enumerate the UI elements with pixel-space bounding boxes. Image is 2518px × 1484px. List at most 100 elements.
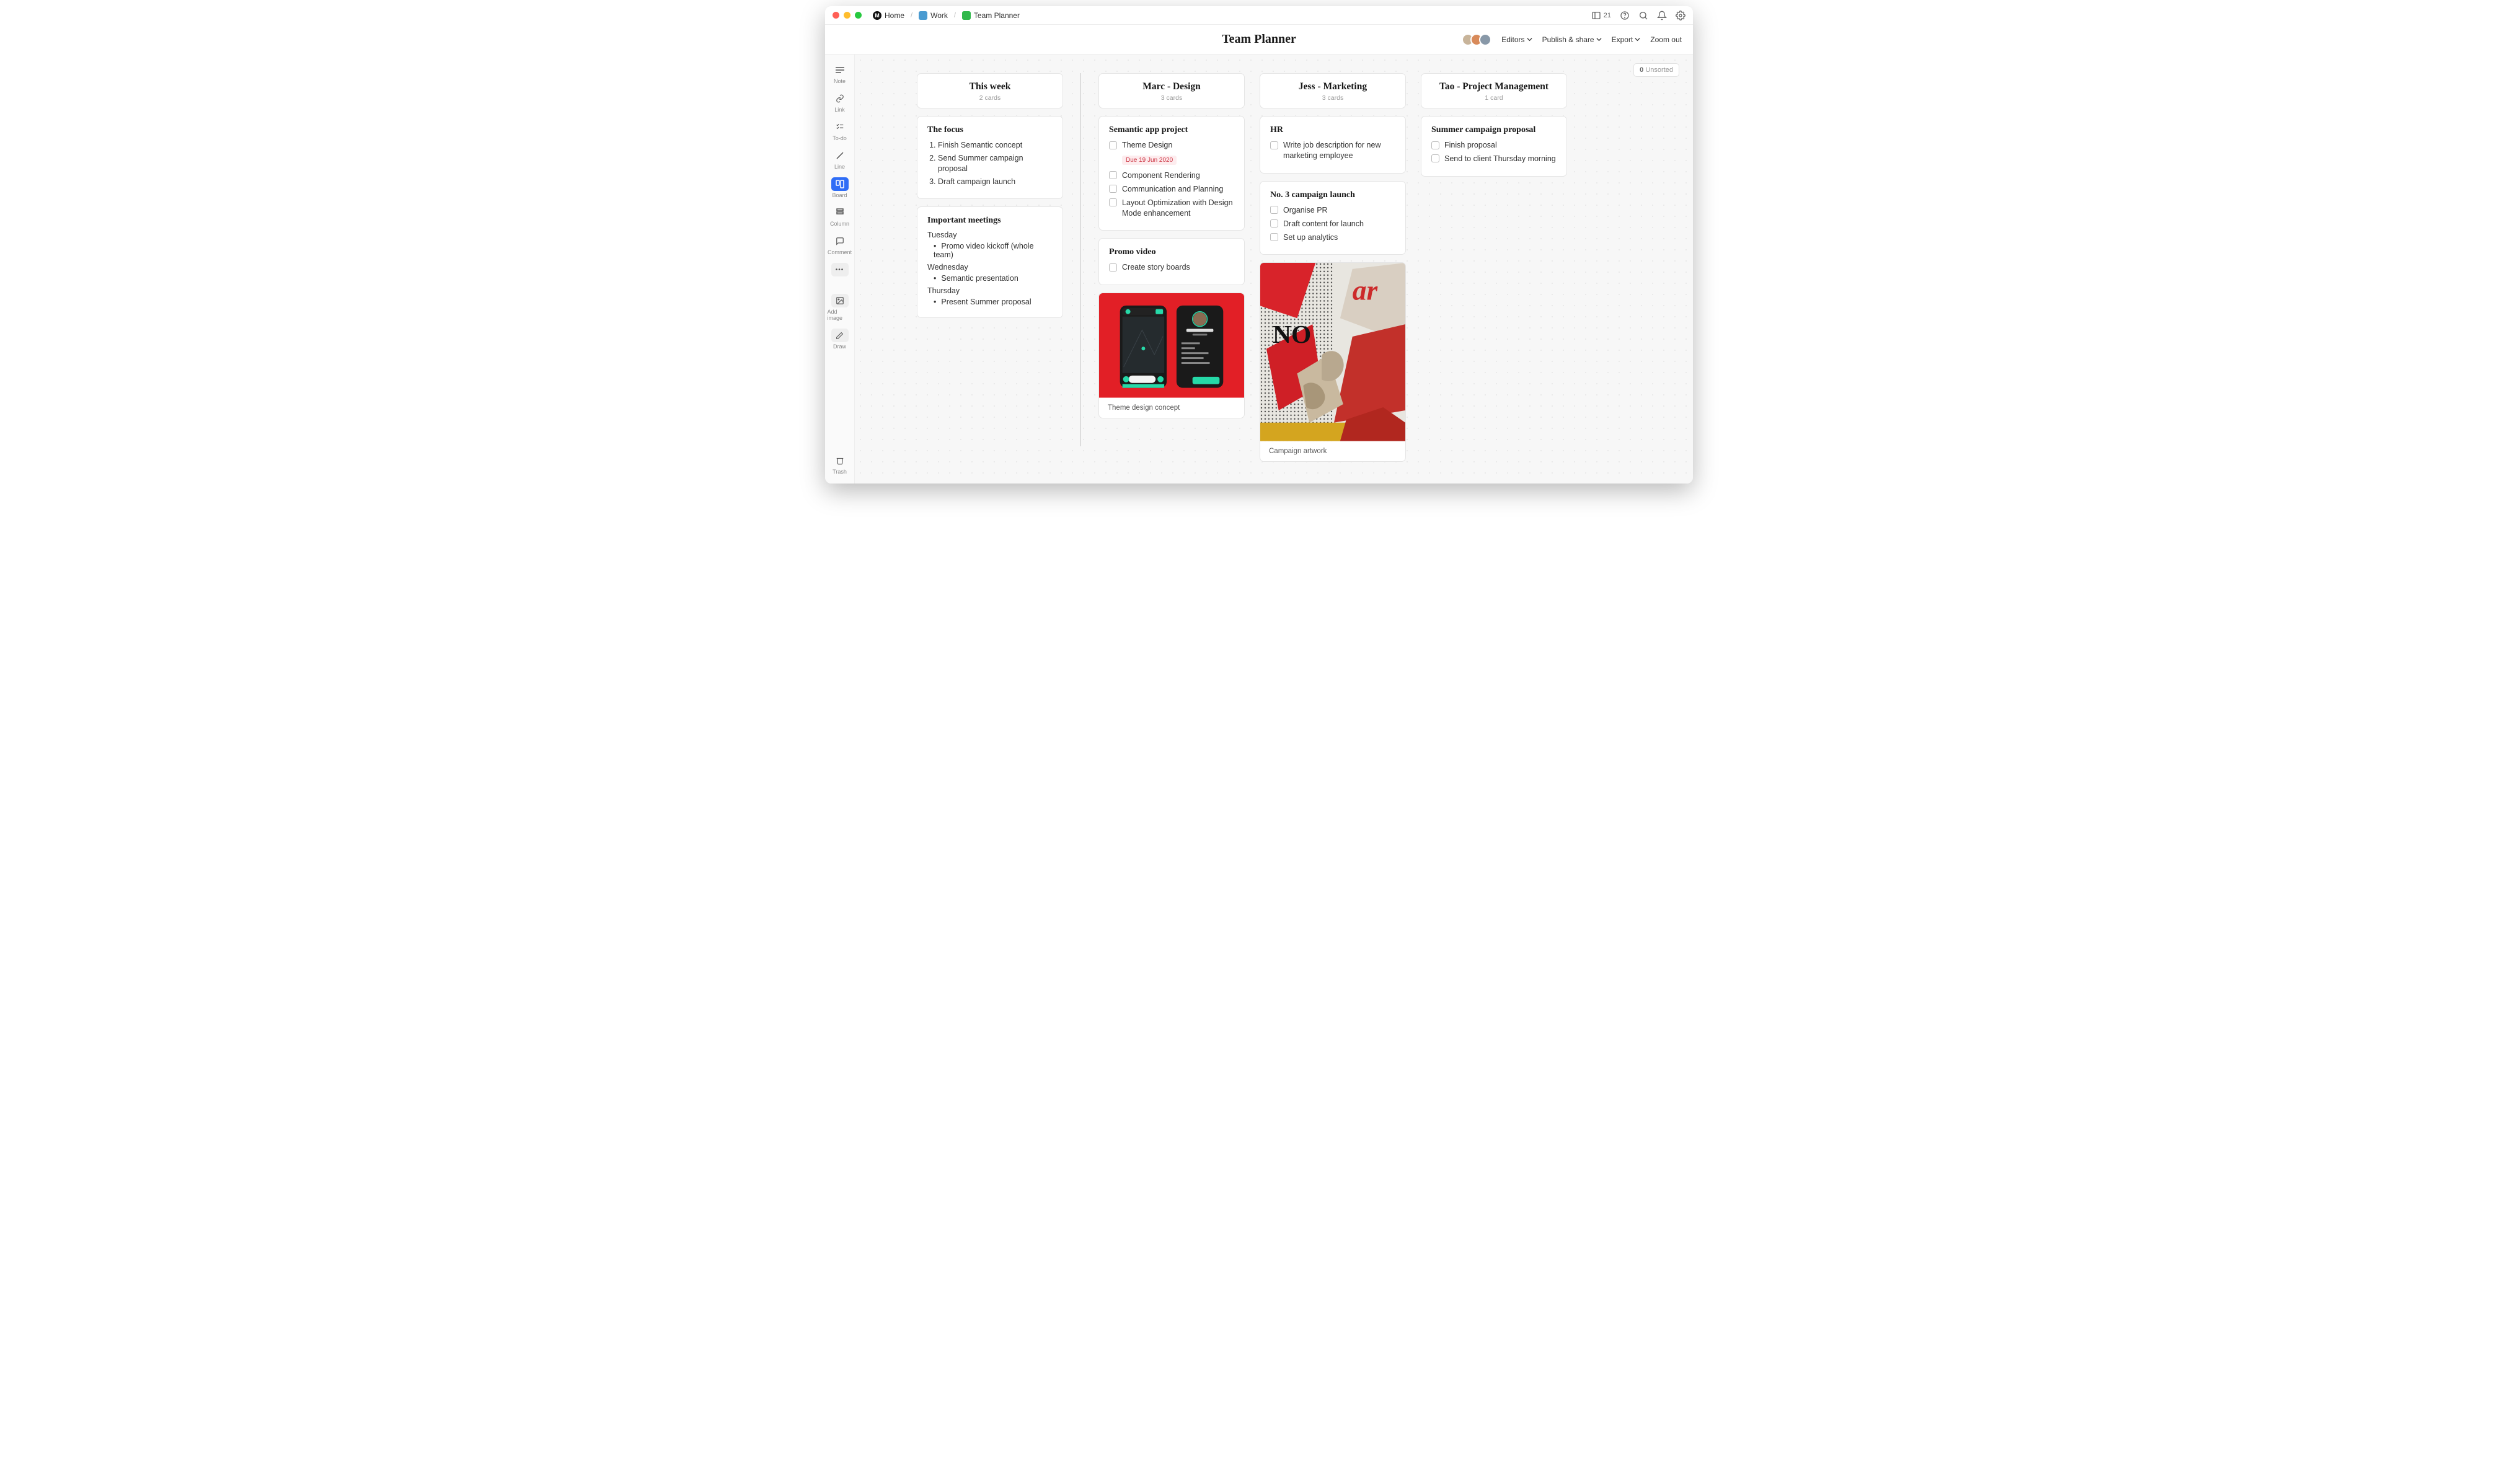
settings-icon[interactable] xyxy=(1676,11,1685,20)
image-caption: Campaign artwork xyxy=(1260,441,1405,461)
column-title: Tao - Project Management xyxy=(1431,81,1557,92)
column-tao-pm[interactable]: Tao - Project Management 1 card Summer c… xyxy=(1421,73,1567,177)
breadcrumb-label: Work xyxy=(930,11,948,20)
todo-label: Draft content for launch xyxy=(1283,219,1364,229)
export-label: Export xyxy=(1612,35,1633,44)
checkbox-icon[interactable] xyxy=(1270,233,1278,241)
board-icon xyxy=(831,177,849,191)
unsorted-badge[interactable]: 0 Unsorted xyxy=(1633,63,1679,77)
checkbox-icon[interactable] xyxy=(1109,263,1117,272)
card-semantic-project[interactable]: Semantic app project Theme Design Due 19… xyxy=(1098,116,1245,231)
breadcrumb-label: Team Planner xyxy=(974,11,1020,20)
chevron-down-icon xyxy=(1635,37,1640,42)
card-summer-proposal[interactable]: Summer campaign proposal Finish proposal… xyxy=(1421,116,1567,177)
breadcrumb-home[interactable]: M Home xyxy=(870,10,907,21)
help-icon[interactable] xyxy=(1620,11,1630,20)
todo-item[interactable]: Set up analytics xyxy=(1270,232,1395,243)
comment-icon xyxy=(831,234,849,248)
todo-item[interactable]: Create story boards xyxy=(1109,262,1234,273)
breadcrumb-teamplanner[interactable]: Team Planner xyxy=(960,10,1022,21)
todo-item[interactable]: Layout Optimization with Design Mode enh… xyxy=(1109,198,1234,219)
publish-dropdown[interactable]: Publish & share xyxy=(1542,35,1602,44)
column-card-count: 3 cards xyxy=(1270,94,1395,102)
column-this-week[interactable]: This week 2 cards The focus Finish Seman… xyxy=(917,73,1063,318)
folder-icon xyxy=(962,11,971,20)
day-label: Tuesday xyxy=(927,231,1053,239)
todo-item[interactable]: Write job description for new marketing … xyxy=(1270,140,1395,161)
card-promo-video[interactable]: Promo video Create story boards xyxy=(1098,238,1245,285)
tool-column[interactable]: Column xyxy=(828,203,852,229)
card-heading: Important meetings xyxy=(927,216,1053,226)
line-icon xyxy=(831,149,849,162)
card-heading: Semantic app project xyxy=(1109,125,1234,135)
breadcrumb-sep: / xyxy=(911,12,912,19)
checkbox-icon[interactable] xyxy=(1431,141,1439,149)
checkbox-icon[interactable] xyxy=(1109,141,1117,149)
todo-item[interactable]: Communication and Planning xyxy=(1109,184,1234,195)
checkbox-icon[interactable] xyxy=(1109,171,1117,179)
card-hr[interactable]: HR Write job description for new marketi… xyxy=(1260,116,1406,174)
todo-label: Set up analytics xyxy=(1283,232,1338,243)
export-dropdown[interactable]: Export xyxy=(1612,35,1641,44)
column-card-count: 1 card xyxy=(1431,94,1557,102)
tool-draw[interactable]: Draw xyxy=(828,326,852,352)
board-canvas[interactable]: 0 Unsorted This week 2 cards The focus F… xyxy=(855,55,1693,484)
tool-link[interactable]: Link xyxy=(828,89,852,115)
close-window-icon[interactable] xyxy=(833,12,839,19)
column-marc-design[interactable]: Marc - Design 3 cards Semantic app proje… xyxy=(1098,73,1245,418)
editors-dropdown[interactable]: Editors xyxy=(1501,35,1532,44)
traffic-lights[interactable] xyxy=(833,12,862,19)
card-meetings[interactable]: Important meetings Tuesday Promo video k… xyxy=(917,206,1063,318)
zoom-out-button[interactable]: Zoom out xyxy=(1650,35,1682,44)
tool-trash[interactable]: Trash xyxy=(828,451,852,477)
avatar xyxy=(1479,33,1491,46)
sidebar-toggle[interactable]: 21 xyxy=(1591,11,1611,20)
breadcrumbs: M Home / Work / Team Planner xyxy=(870,10,1022,21)
card-campaign-artwork[interactable]: NO ar Campaign artwork xyxy=(1260,262,1406,462)
todo-item[interactable]: Organise PR xyxy=(1270,205,1395,216)
column-header[interactable]: Tao - Project Management 1 card xyxy=(1421,73,1567,108)
todo-item[interactable]: Component Rendering xyxy=(1109,170,1234,181)
tool-note[interactable]: Note xyxy=(828,61,852,87)
todo-item[interactable]: Theme Design xyxy=(1109,140,1234,151)
todo-item[interactable]: Send to client Thursday morning xyxy=(1431,154,1557,164)
checkbox-icon[interactable] xyxy=(1270,141,1278,149)
checkbox-icon[interactable] xyxy=(1270,219,1278,227)
day-label: Wednesday xyxy=(927,263,1053,272)
checkbox-icon[interactable] xyxy=(1109,185,1117,193)
checkbox-icon[interactable] xyxy=(1109,198,1117,206)
card-campaign-launch[interactable]: No. 3 campaign launch Organise PR Draft … xyxy=(1260,181,1406,255)
todo-label: Layout Optimization with Design Mode enh… xyxy=(1122,198,1234,219)
card-focus[interactable]: The focus Finish Semantic concept Send S… xyxy=(917,116,1063,199)
tool-more[interactable]: ••• xyxy=(828,260,852,279)
breadcrumb-label: Home xyxy=(885,11,904,20)
todo-item[interactable]: Draft content for launch xyxy=(1270,219,1395,229)
maximize-window-icon[interactable] xyxy=(855,12,862,19)
tool-add-image[interactable]: Add image xyxy=(828,291,852,324)
column-header[interactable]: This week 2 cards xyxy=(917,73,1063,108)
search-icon[interactable] xyxy=(1638,11,1648,20)
bell-icon[interactable] xyxy=(1657,11,1667,20)
app-window: M Home / Work / Team Planner 21 xyxy=(825,6,1693,484)
due-date-badge: Due 19 Jun 2020 xyxy=(1122,156,1177,165)
tool-board[interactable]: Board xyxy=(828,175,852,201)
checkbox-icon[interactable] xyxy=(1431,154,1439,162)
unsorted-count: 0 xyxy=(1640,66,1643,74)
tool-label: Line xyxy=(834,164,845,170)
svg-text:NO: NO xyxy=(1273,320,1311,349)
tool-comment[interactable]: Comment xyxy=(828,232,852,258)
tool-todo[interactable]: To-do xyxy=(828,118,852,144)
breadcrumb-work[interactable]: Work xyxy=(916,10,950,21)
card-heading: Promo video xyxy=(1109,247,1234,257)
card-theme-concept-image[interactable]: Theme design concept xyxy=(1098,293,1245,418)
editor-avatars[interactable] xyxy=(1465,33,1491,46)
column-header[interactable]: Jess - Marketing 3 cards xyxy=(1260,73,1406,108)
column-header[interactable]: Marc - Design 3 cards xyxy=(1098,73,1245,108)
todo-item[interactable]: Finish proposal xyxy=(1431,140,1557,151)
column-jess-marketing[interactable]: Jess - Marketing 3 cards HR Write job de… xyxy=(1260,73,1406,462)
tool-label: Board xyxy=(832,192,847,198)
checkbox-icon[interactable] xyxy=(1270,206,1278,214)
chevron-down-icon xyxy=(1527,37,1532,42)
tool-line[interactable]: Line xyxy=(828,146,852,172)
minimize-window-icon[interactable] xyxy=(844,12,850,19)
